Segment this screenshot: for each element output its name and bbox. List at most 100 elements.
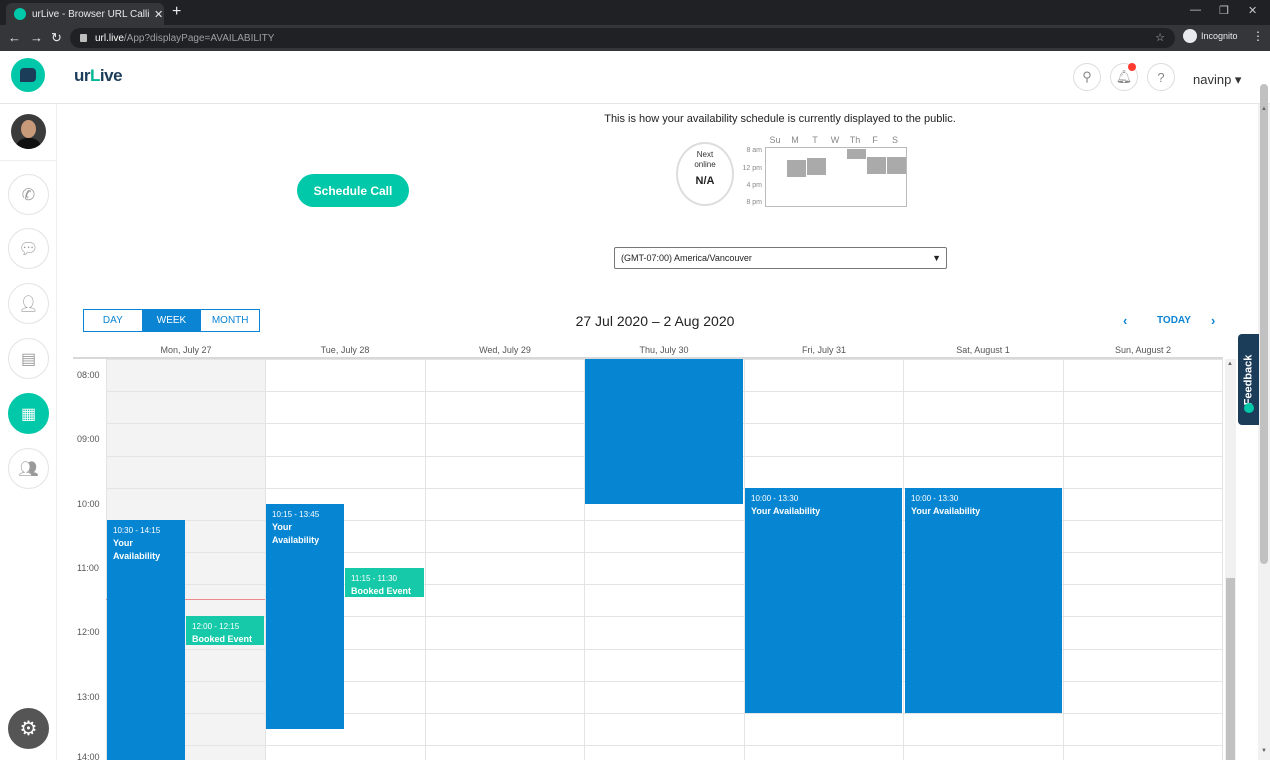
page-scroll-thumb[interactable] <box>1260 84 1268 564</box>
brand-wordmark[interactable]: urLive <box>74 66 123 86</box>
next-online-label-2: online <box>694 160 716 169</box>
bookmark-star-icon[interactable]: ☆ <box>1155 31 1165 44</box>
event-time: 10:30 - 14:15 <box>113 526 161 535</box>
view-month-button[interactable]: MONTH <box>201 310 259 331</box>
availability-event[interactable]: 10:30 - 14:15 Your Availability <box>107 520 185 760</box>
address-bar[interactable]: url.live /App?displayPage=AVAILABILITY ☆ <box>70 28 1175 48</box>
chevron-right-icon[interactable]: › <box>1211 313 1215 328</box>
today-button[interactable]: TODAY <box>1157 315 1191 326</box>
calendar-icon[interactable]: ▦ <box>8 393 49 434</box>
mini-day-label: Th <box>849 135 861 145</box>
lock-icon <box>80 34 87 42</box>
view-day-button[interactable]: DAY <box>84 310 143 331</box>
time-label: 09:00 <box>77 434 100 444</box>
day-header: Thu, July 30 <box>639 345 689 355</box>
tab-close-icon[interactable]: ✕ <box>154 8 163 21</box>
booked-event[interactable]: 11:15 - 11:30 Booked Event <box>345 568 424 597</box>
page-scroll-down-icon[interactable]: ▼ <box>1261 748 1267 754</box>
view-week-button[interactable]: WEEK <box>142 310 202 331</box>
forward-icon[interactable]: → <box>30 30 43 45</box>
event-title: Your Availability <box>751 506 821 516</box>
date-range-title: 27 Jul 2020 – 2 Aug 2020 <box>575 313 735 329</box>
mini-day-label: Su <box>769 135 781 145</box>
mini-day-label: W <box>830 135 840 145</box>
minimize-icon[interactable]: — <box>1190 4 1201 16</box>
event-title: Booked Event <box>192 634 253 644</box>
mini-day-label: S <box>891 135 898 145</box>
time-label: 10:00 <box>77 499 100 509</box>
avatar[interactable] <box>11 114 46 149</box>
help-icon[interactable]: ? <box>1147 63 1175 91</box>
availability-event[interactable]: 10:00 - 13:30 Your Availability <box>905 488 1062 713</box>
calendar-scroll-thumb[interactable] <box>1226 578 1235 760</box>
public-schedule-description: This is how your availability schedule i… <box>604 113 956 125</box>
timezone-value: (GMT-07:00) America/Vancouver <box>621 253 752 263</box>
gear-icon[interactable]: ⚙ <box>8 708 49 749</box>
feedback-label: Feedback <box>1242 354 1255 405</box>
mini-day-label: T <box>812 135 818 145</box>
group-icon[interactable]: 👥︎ <box>8 448 49 489</box>
time-label: 14:00 <box>77 752 100 760</box>
new-tab-button[interactable]: + <box>172 3 181 21</box>
scroll-up-icon[interactable]: ▲ <box>1227 361 1233 367</box>
grid-column-line <box>1222 359 1223 760</box>
availability-event[interactable]: 10:15 - 13:45 Your Availability <box>266 504 344 729</box>
document-icon[interactable]: ▤ <box>8 338 49 379</box>
grid-column-line <box>425 359 426 760</box>
time-label: 11:00 <box>77 563 99 573</box>
page-scroll-up-icon[interactable]: ▲ <box>1261 106 1267 112</box>
mini-time-label: 12 pm <box>742 165 762 172</box>
sidebar-divider <box>0 160 57 161</box>
mini-time-label: 8 pm <box>746 199 762 206</box>
mini-day-label: F <box>872 135 878 145</box>
url-path: /App?displayPage=AVAILABILITY <box>123 32 275 44</box>
event-title: Your Availability <box>911 506 981 516</box>
user-menu[interactable]: navinp ▾ <box>1193 72 1241 88</box>
grid-line <box>106 745 1223 746</box>
brand-accent: L <box>90 66 100 85</box>
close-window-icon[interactable]: ✕ <box>1248 4 1257 17</box>
contact-icon[interactable]: 👤︎ <box>8 283 49 324</box>
restore-icon[interactable]: ❐ <box>1219 4 1229 17</box>
availability-event[interactable]: 10:00 - 13:30 Your Availability <box>745 488 902 713</box>
phone-icon[interactable]: ✆ <box>8 174 49 215</box>
time-label: 13:00 <box>77 692 100 702</box>
chat-icon[interactable]: 💬︎ <box>8 228 49 269</box>
logo-icon[interactable] <box>11 58 45 92</box>
reload-icon[interactable]: ↻ <box>51 30 62 46</box>
chevron-left-icon[interactable]: ‹ <box>1123 313 1127 328</box>
back-icon[interactable]: ← <box>8 30 21 45</box>
mini-availability-block <box>847 149 866 159</box>
time-label: 08:00 <box>77 370 100 380</box>
search-icon[interactable]: ⚲ <box>1073 63 1101 91</box>
event-title: Your Availability <box>113 538 161 561</box>
browser-toolbar: ← → ↻ url.live /App?displayPage=AVAILABI… <box>0 25 1270 51</box>
incognito-indicator[interactable]: Incognito <box>1183 29 1238 43</box>
grid-column-line <box>1063 359 1064 760</box>
browser-tab[interactable]: urLive - Browser URL Calling Vide ✕ <box>6 3 164 25</box>
mini-time-label: 4 pm <box>746 182 762 189</box>
event-time: 12:00 - 12:15 <box>192 622 240 631</box>
calendar-day-header: Mon, July 27 Tue, July 28 Wed, July 29 T… <box>73 340 1223 359</box>
booked-event[interactable]: 12:00 - 12:15 Booked Event <box>186 616 264 645</box>
event-title: Your Availability <box>272 522 320 545</box>
day-header: Sat, August 1 <box>956 345 1010 355</box>
mini-availability-block <box>867 157 886 174</box>
day-header: Sun, August 2 <box>1114 345 1172 355</box>
schedule-call-button[interactable]: Schedule Call <box>297 174 409 207</box>
mini-time-label: 8 am <box>746 147 762 154</box>
calendar-week-grid[interactable]: 08:00 09:00 10:00 11:00 12:00 13:00 14:0… <box>73 359 1225 760</box>
day-header: Wed, July 29 <box>479 345 531 355</box>
brand-prefix: ur <box>74 66 91 85</box>
brand-suffix: ive <box>99 66 123 85</box>
browser-menu-icon[interactable]: ⋮ <box>1252 29 1264 43</box>
timezone-select[interactable]: (GMT-07:00) America/Vancouver ▼ <box>614 247 947 269</box>
incognito-icon <box>1183 29 1197 43</box>
url-host: url.live <box>95 32 124 44</box>
tab-title: urLive - Browser URL Calling Vide <box>32 8 150 20</box>
event-time: 10:00 - 13:30 <box>751 494 799 503</box>
favicon-icon <box>14 8 26 20</box>
chevron-down-icon: ▼ <box>932 253 941 263</box>
availability-event[interactable] <box>585 359 743 504</box>
next-online-indicator: Next online N/A <box>676 142 734 206</box>
